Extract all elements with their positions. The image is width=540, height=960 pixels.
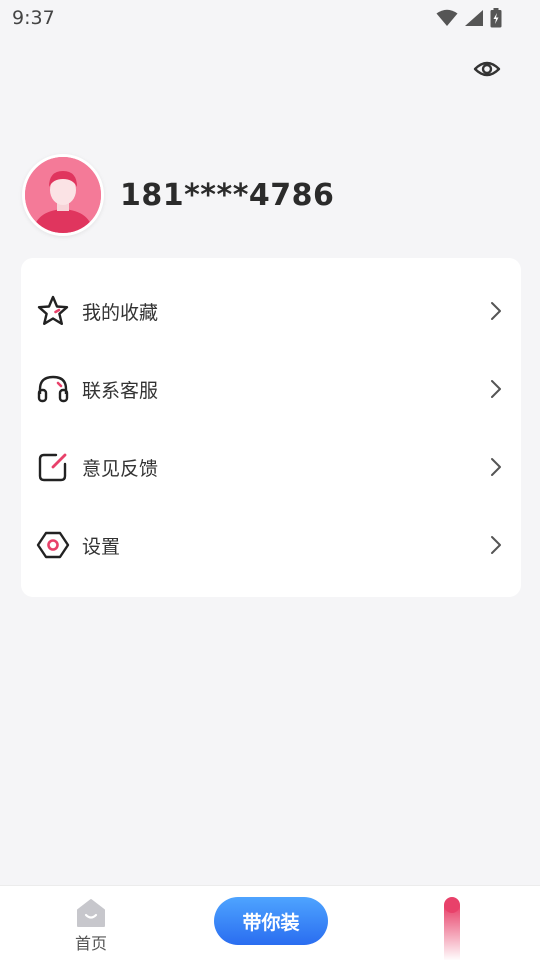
menu-item-customer-service[interactable]: 联系客服 xyxy=(21,350,521,428)
chevron-right-icon xyxy=(491,536,501,554)
center-action-button[interactable]: 带你装 xyxy=(214,897,328,945)
user-avatar-icon xyxy=(25,157,101,233)
status-time: 9:37 xyxy=(12,7,55,29)
menu-item-label: 我的收藏 xyxy=(82,301,159,324)
status-icons xyxy=(436,8,502,28)
home-icon xyxy=(77,899,105,927)
menu-item-settings[interactable]: 设置 xyxy=(21,506,521,584)
menu-item-label: 联系客服 xyxy=(82,379,159,402)
bottom-nav: 首页 带你装 xyxy=(0,885,540,960)
avatar[interactable] xyxy=(22,154,104,236)
menu-item-label: 设置 xyxy=(82,535,121,558)
nav-mine[interactable] xyxy=(440,896,464,960)
wifi-icon xyxy=(436,9,458,26)
menu-item-feedback[interactable]: 意见反馈 xyxy=(21,428,521,506)
menu-item-label: 意见反馈 xyxy=(82,457,159,480)
visibility-toggle-button[interactable] xyxy=(472,54,502,84)
user-phone-number: 181****4786 xyxy=(120,177,335,213)
profile-section[interactable]: 181****4786 xyxy=(22,153,334,237)
settings-hexagon-icon xyxy=(36,528,70,562)
nav-home[interactable]: 首页 xyxy=(68,898,114,958)
chevron-right-icon xyxy=(491,458,501,476)
mine-indicator-icon xyxy=(444,897,460,960)
chevron-right-icon xyxy=(491,380,501,398)
signal-icon xyxy=(465,10,483,26)
menu-card: 我的收藏 联系客服 意见反馈 设置 xyxy=(21,258,521,597)
nav-home-label: 首页 xyxy=(74,934,107,953)
menu-item-favorites[interactable]: 我的收藏 xyxy=(21,272,521,350)
eye-icon xyxy=(473,61,501,77)
status-bar: 9:37 xyxy=(0,0,540,36)
star-icon xyxy=(36,294,70,328)
battery-charging-icon xyxy=(490,8,502,28)
edit-feedback-icon xyxy=(36,450,70,484)
headset-icon xyxy=(36,372,70,406)
chevron-right-icon xyxy=(491,302,501,320)
